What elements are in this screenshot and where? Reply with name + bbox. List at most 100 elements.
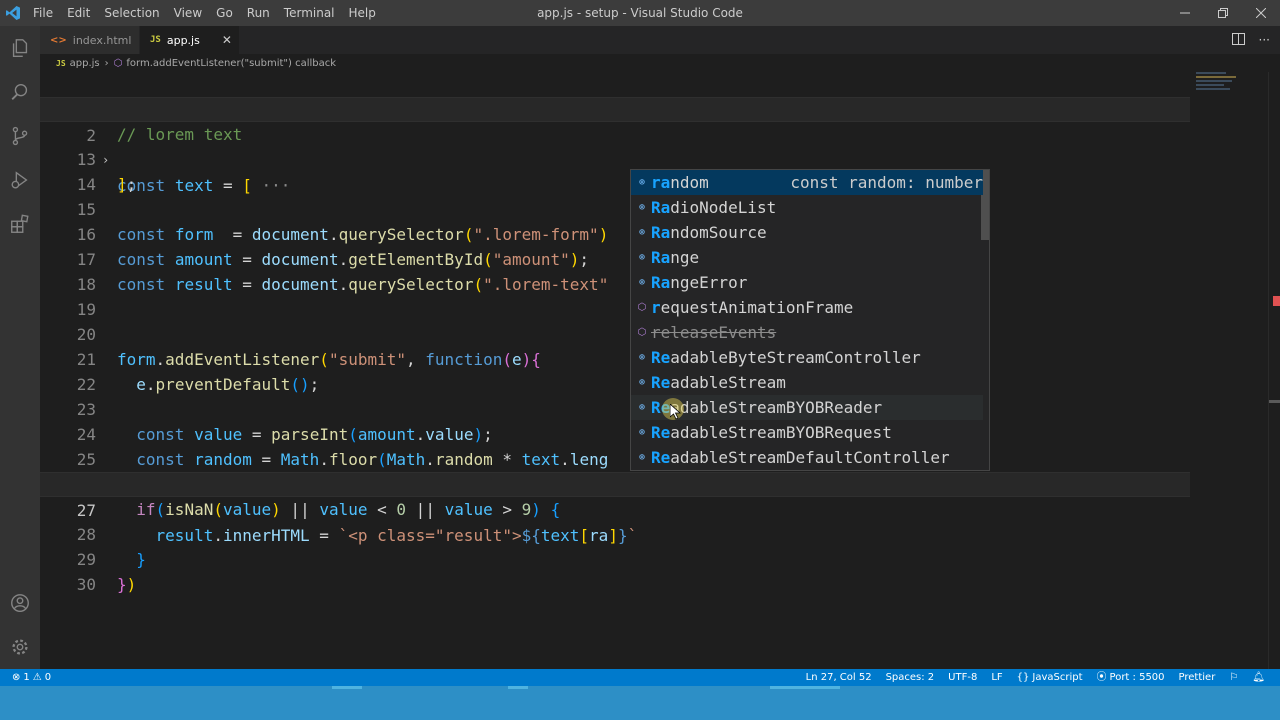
suggest-item[interactable]: ⊚ random const random: number bbox=[631, 170, 983, 195]
menu-run[interactable]: Run bbox=[240, 0, 277, 26]
menu-help[interactable]: Help bbox=[342, 0, 383, 26]
function-symbol-icon: ⬡ bbox=[113, 57, 123, 69]
activity-bar-bottom bbox=[0, 581, 40, 669]
extensions-icon bbox=[11, 214, 29, 233]
breadcrumb-file[interactable]: app.js bbox=[70, 58, 100, 69]
cursor-position[interactable]: Ln 27, Col 52 bbox=[799, 669, 879, 686]
suggest-item[interactable]: ⬡ releaseEvents bbox=[631, 320, 983, 345]
close-window-button[interactable] bbox=[1242, 0, 1280, 26]
code-line: 22 bbox=[40, 347, 1190, 394]
code-line: 15 const form = document.querySelector("… bbox=[40, 172, 1190, 244]
variable-icon: ⊚ bbox=[638, 402, 646, 413]
problems-indicator[interactable]: ⊗ 1 ⚠ 0 bbox=[12, 672, 51, 683]
explorer-button[interactable] bbox=[0, 26, 40, 70]
status-bar: ⊗ 1 ⚠ 0 Ln 27, Col 52 Spaces: 2 UTF-8 LF… bbox=[0, 669, 1280, 686]
code-line: 14 bbox=[40, 147, 1190, 194]
vscode-logo-icon bbox=[0, 0, 26, 26]
title-bar: File Edit Selection View Go Run Terminal… bbox=[0, 0, 1280, 26]
cursor-marker bbox=[1269, 400, 1280, 403]
tab-index-html[interactable]: <> index.html bbox=[40, 26, 140, 54]
broadcast-icon: ⦿ bbox=[1096, 672, 1107, 683]
code-line: 19 bbox=[40, 272, 1190, 319]
code-line: 28 } bbox=[40, 497, 1190, 569]
menu-go[interactable]: Go bbox=[209, 0, 240, 26]
suggest-item[interactable]: ⊚ ReadableStreamBYOBRequest bbox=[631, 420, 983, 445]
suggest-widget[interactable]: ⊚ random const random: number ⊚ RadioNod… bbox=[630, 169, 990, 471]
warning-icon: ⚠ bbox=[32, 672, 42, 683]
js-file-icon: JS bbox=[150, 35, 161, 45]
source-control-button[interactable] bbox=[0, 114, 40, 158]
js-file-icon: JS bbox=[56, 58, 66, 68]
manage-button[interactable] bbox=[0, 625, 40, 669]
code-line: 21 e.preventDefault(); bbox=[40, 322, 1190, 394]
extensions-button[interactable] bbox=[0, 202, 40, 246]
run-debug-button[interactable] bbox=[0, 158, 40, 202]
mouse-cursor-icon bbox=[662, 398, 684, 420]
code-line: 17 const result = document.querySelector… bbox=[40, 222, 1190, 294]
minimize-button[interactable] bbox=[1166, 0, 1204, 26]
menu-edit[interactable]: Edit bbox=[60, 0, 97, 26]
warning-count: 0 bbox=[44, 672, 52, 683]
breadcrumb: JS app.js › ⬡ form.addEventListener("sub… bbox=[40, 54, 1280, 72]
braces-icon: {} bbox=[1016, 672, 1030, 683]
variable-icon: ⊚ bbox=[638, 377, 646, 388]
encoding[interactable]: UTF-8 bbox=[941, 669, 984, 686]
variable-icon: ⊚ bbox=[638, 177, 646, 188]
search-button[interactable] bbox=[0, 70, 40, 114]
tab-label: app.js bbox=[166, 33, 200, 47]
tab-label: index.html bbox=[72, 33, 132, 47]
error-icon: ⊗ bbox=[12, 672, 21, 683]
source-control-icon bbox=[12, 126, 28, 146]
tab-app-js[interactable]: JS app.js ✕ bbox=[140, 26, 240, 54]
restore-button[interactable] bbox=[1204, 0, 1242, 26]
method-icon: ⬡ bbox=[637, 302, 647, 313]
method-icon: ⬡ bbox=[637, 327, 647, 338]
suggest-item[interactable]: ⊚ ReadableByteStreamController bbox=[631, 345, 983, 370]
live-server-port[interactable]: ⦿ Port : 5500 bbox=[1090, 669, 1172, 686]
close-icon bbox=[1256, 8, 1266, 18]
suggest-item[interactable]: ⊚ ReadableStream bbox=[631, 370, 983, 395]
code-line: 16 const amount = document.getElementByI… bbox=[40, 197, 1190, 269]
end-of-line[interactable]: LF bbox=[984, 669, 1009, 686]
more-actions-icon[interactable]: ··· bbox=[1259, 33, 1270, 47]
code-line: 1 // lorem text bbox=[40, 72, 1190, 144]
menu-terminal[interactable]: Terminal bbox=[277, 0, 342, 26]
menu-selection[interactable]: Selection bbox=[97, 0, 166, 26]
suggest-item[interactable]: ⊚ ReadableStreamDefaultController bbox=[631, 445, 983, 470]
editor-actions: ··· bbox=[1231, 26, 1270, 54]
suggest-item[interactable]: ⬡ requestAnimationFrame bbox=[631, 295, 983, 320]
indentation[interactable]: Spaces: 2 bbox=[879, 669, 942, 686]
editor-scrollbar[interactable] bbox=[1268, 72, 1280, 669]
accounts-button[interactable] bbox=[0, 581, 40, 625]
code-line: 2 › const text = [ ··· bbox=[40, 97, 1190, 195]
breadcrumb-symbol[interactable]: form.addEventListener("submit") callback bbox=[126, 58, 336, 69]
code-line: 24 const random = Math.floor(Math.random… bbox=[40, 397, 1190, 469]
variable-icon: ⊚ bbox=[638, 277, 646, 288]
chevron-right-icon: › bbox=[104, 57, 109, 69]
variable-icon: ⊚ bbox=[638, 227, 646, 238]
close-tab-icon[interactable]: ✕ bbox=[222, 33, 232, 47]
suggest-item[interactable]: ⊚ Range bbox=[631, 245, 983, 270]
suggest-item[interactable]: ⊚ RangeError bbox=[631, 270, 983, 295]
language-mode[interactable]: {} JavaScript bbox=[1010, 669, 1090, 686]
prettier-status[interactable]: Prettier bbox=[1172, 669, 1223, 686]
activity-bar bbox=[0, 26, 40, 669]
menu-file[interactable]: File bbox=[26, 0, 60, 26]
line-code: }) bbox=[117, 575, 137, 594]
code-line: 25 bbox=[40, 422, 1190, 469]
suggest-item[interactable]: ⊚ RadioNodeList bbox=[631, 195, 983, 220]
menu-view[interactable]: View bbox=[167, 0, 209, 26]
code-line-current: 27 result.innerHTML = `<p class="result"… bbox=[40, 472, 1190, 545]
suggest-item[interactable]: ⊚ RandomSource bbox=[631, 220, 983, 245]
code-line: 13 ]; bbox=[40, 122, 1190, 194]
variable-icon: ⊚ bbox=[638, 202, 646, 213]
files-icon bbox=[12, 39, 28, 57]
html-file-icon: <> bbox=[50, 34, 67, 46]
variable-icon: ⊚ bbox=[638, 352, 646, 363]
minimap[interactable] bbox=[1196, 72, 1256, 112]
restore-icon bbox=[1218, 8, 1228, 18]
suggest-detail: const random: number bbox=[790, 173, 983, 192]
notifications-bell-icon[interactable]: 🔔︎ bbox=[1245, 669, 1272, 686]
split-editor-icon[interactable] bbox=[1231, 32, 1245, 48]
feedback-icon[interactable]: ⚐ bbox=[1222, 669, 1245, 686]
